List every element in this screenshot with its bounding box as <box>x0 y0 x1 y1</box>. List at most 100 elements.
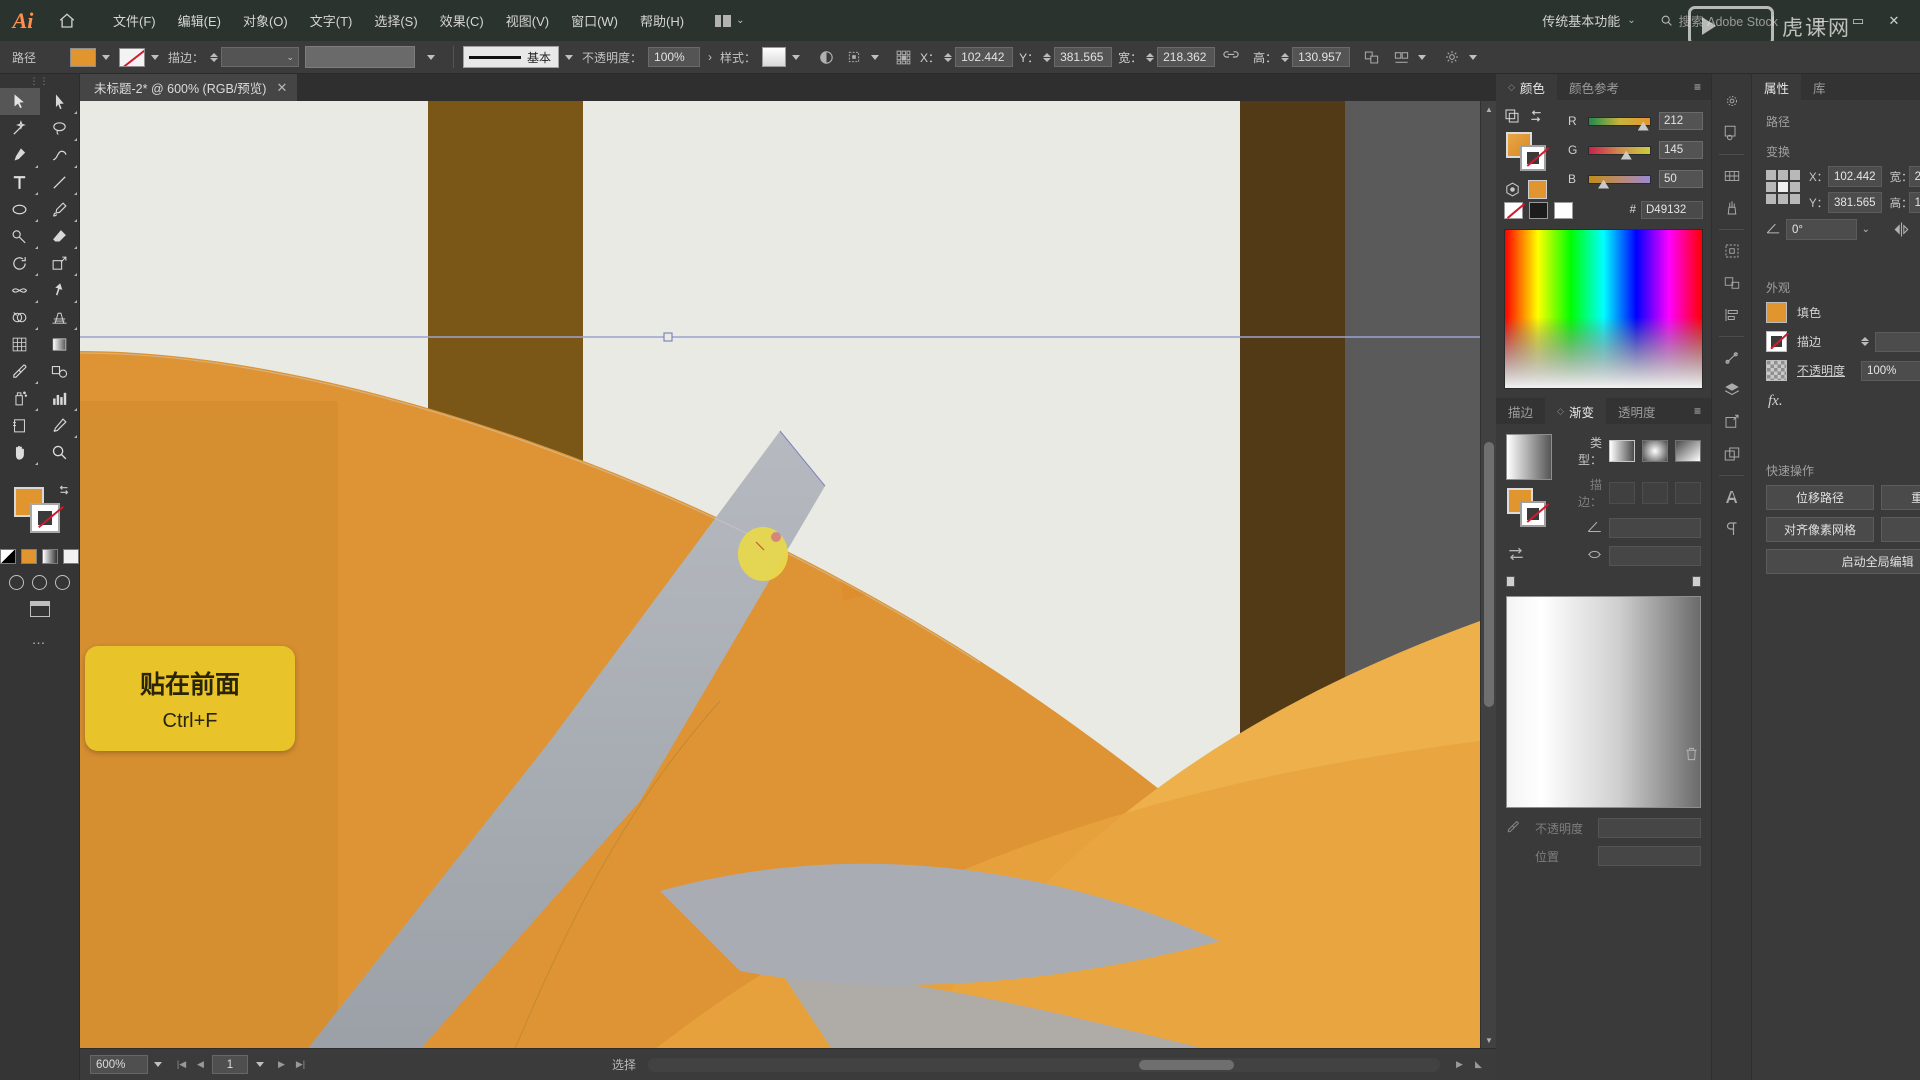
slider-r-value[interactable]: 212 <box>1659 112 1703 130</box>
radial-gradient-button[interactable] <box>1642 440 1668 462</box>
align-icon[interactable] <box>892 46 914 68</box>
artboards-icon[interactable] <box>1717 236 1747 266</box>
selection-tool[interactable] <box>0 88 40 115</box>
brush-libraries-icon[interactable] <box>1717 193 1747 223</box>
arrange-button[interactable]: 排列 <box>1881 517 1920 542</box>
brushes-icon[interactable] <box>1717 86 1747 116</box>
ellipse-tool[interactable] <box>0 196 40 223</box>
style-dropdown-icon[interactable] <box>792 55 800 60</box>
vertical-scroll-thumb[interactable] <box>1484 442 1494 707</box>
brush-dropdown-icon[interactable] <box>565 55 573 60</box>
artboard-tool[interactable] <box>0 412 40 439</box>
magic-wand-tool[interactable] <box>0 115 40 142</box>
document-tab[interactable]: 未标题-2* @ 600% (RGB/预览) ✕ <box>80 74 298 101</box>
transform-dropdown-icon[interactable] <box>871 55 879 60</box>
reverse-gradient-icon[interactable] <box>1506 544 1526 562</box>
x-stepper[interactable] <box>944 53 952 62</box>
freeform-gradient-button[interactable] <box>1675 440 1701 462</box>
pathfinder-icon[interactable] <box>1717 343 1747 373</box>
tab-libraries[interactable]: 库 <box>1801 74 1838 100</box>
prop-h-input[interactable]: 130.957 <box>1909 192 1920 213</box>
draw-inside-icon[interactable] <box>55 575 70 590</box>
gradient-panel-menu-icon[interactable]: ≡ <box>1684 398 1711 424</box>
column-graph-tool[interactable] <box>40 385 80 412</box>
gradient-preview-swatch[interactable] <box>1506 434 1552 480</box>
direct-selection-tool[interactable] <box>40 88 80 115</box>
perspective-grid-tool[interactable] <box>40 304 80 331</box>
rotate-tool[interactable] <box>0 250 40 277</box>
gradient-slider-ramp[interactable] <box>1506 596 1701 808</box>
canvas[interactable]: 贴在前面 Ctrl+F <box>80 101 1480 1048</box>
graphic-style-swatch[interactable] <box>762 47 786 67</box>
tab-transparency[interactable]: 透明度 <box>1606 398 1668 424</box>
default-colors-icon[interactable] <box>0 549 16 564</box>
scroll-up-icon[interactable]: ▲ <box>1481 101 1497 117</box>
white-swatch-icon[interactable] <box>1554 202 1573 219</box>
stroke-swatch[interactable] <box>119 48 145 67</box>
slice-tool[interactable] <box>40 412 80 439</box>
swap-fill-stroke-icon[interactable] <box>1528 108 1544 127</box>
scale-tool[interactable] <box>40 250 80 277</box>
next-page-icon[interactable]: ▶ <box>274 1056 289 1074</box>
appearance-stroke-stepper[interactable] <box>1861 337 1869 346</box>
transform-more-options-icon[interactable]: ••• <box>1766 250 1920 266</box>
canvas-vertical-scrollbar[interactable]: ▲ ▼ <box>1480 101 1496 1048</box>
brush-definition-field[interactable]: 基本 <box>463 46 559 68</box>
artboard-dropdown-icon[interactable] <box>256 1062 264 1067</box>
opacity-icon[interactable] <box>815 46 837 68</box>
appearance-stroke-weight-input[interactable] <box>1875 332 1920 352</box>
menu-edit[interactable]: 编辑(E) <box>167 7 232 34</box>
shape-builder-tool[interactable] <box>0 304 40 331</box>
draw-normal-icon[interactable] <box>9 575 24 590</box>
gradient-stroke-swatch[interactable] <box>1520 501 1546 527</box>
stroke-within-icon[interactable] <box>1609 482 1635 504</box>
stroke-along-icon[interactable] <box>1642 482 1668 504</box>
close-icon[interactable]: ✕ <box>276 80 287 96</box>
character-icon[interactable] <box>1717 482 1747 512</box>
eraser-tool[interactable] <box>40 223 80 250</box>
slider-r-track[interactable] <box>1588 117 1651 126</box>
color-spectrum-ramp[interactable] <box>1504 229 1703 389</box>
stroke-across-icon[interactable] <box>1675 482 1701 504</box>
appearance-opacity-input[interactable]: 100% <box>1861 361 1920 381</box>
asset-export-icon[interactable] <box>1717 268 1747 298</box>
swatches-icon[interactable] <box>1717 161 1747 191</box>
horizontal-scroll-thumb[interactable] <box>1139 1060 1234 1070</box>
type-tool[interactable] <box>0 169 40 196</box>
edit-toolbar-button[interactable]: … <box>0 631 79 647</box>
free-transform-tool[interactable] <box>40 277 80 304</box>
prev-page-icon[interactable]: ◀ <box>193 1056 208 1074</box>
gradient-location-input[interactable] <box>1598 846 1701 866</box>
slider-b-value[interactable]: 50 <box>1659 170 1703 188</box>
tab-properties[interactable]: 属性 <box>1752 74 1801 100</box>
arrange-objects-icon[interactable] <box>1360 46 1382 68</box>
none-swatch-icon[interactable] <box>1504 202 1523 219</box>
width-tool[interactable] <box>0 277 40 304</box>
symbols-icon[interactable] <box>1717 118 1747 148</box>
hex-input[interactable]: D49132 <box>1641 201 1703 219</box>
linear-gradient-button[interactable] <box>1609 440 1635 462</box>
lasso-tool[interactable] <box>40 115 80 142</box>
appearance-opacity-swatch[interactable] <box>1766 360 1787 381</box>
gradient-stop-start[interactable] <box>1506 576 1515 587</box>
offset-path-button[interactable]: 位移路径 <box>1766 485 1874 510</box>
color-3d-icon[interactable] <box>1504 181 1521 198</box>
prop-w-input[interactable]: 218.362 <box>1909 166 1920 187</box>
chain-link-icon[interactable] <box>1220 46 1242 68</box>
gradient-angle-input[interactable] <box>1609 518 1701 538</box>
gradient-aspect-input[interactable] <box>1609 546 1701 566</box>
black-swatch-icon[interactable] <box>1529 202 1548 219</box>
layers-icon[interactable] <box>1717 375 1747 405</box>
height-input[interactable]: 130.957 <box>1292 47 1350 67</box>
document-setup-icon[interactable] <box>1441 46 1463 68</box>
fill-swatch[interactable] <box>70 48 96 67</box>
slider-g-track[interactable] <box>1588 146 1651 155</box>
last-page-icon[interactable]: ▶| <box>293 1056 308 1074</box>
pen-tool[interactable] <box>0 142 40 169</box>
appearance-icon[interactable] <box>1717 439 1747 469</box>
zoom-level-input[interactable]: 600% <box>90 1055 148 1074</box>
rotate-angle-input[interactable]: 0° <box>1786 219 1857 240</box>
draw-behind-icon[interactable] <box>32 575 47 590</box>
prop-x-input[interactable]: 102.442 <box>1828 166 1882 187</box>
symbol-sprayer-tool[interactable] <box>0 385 40 412</box>
